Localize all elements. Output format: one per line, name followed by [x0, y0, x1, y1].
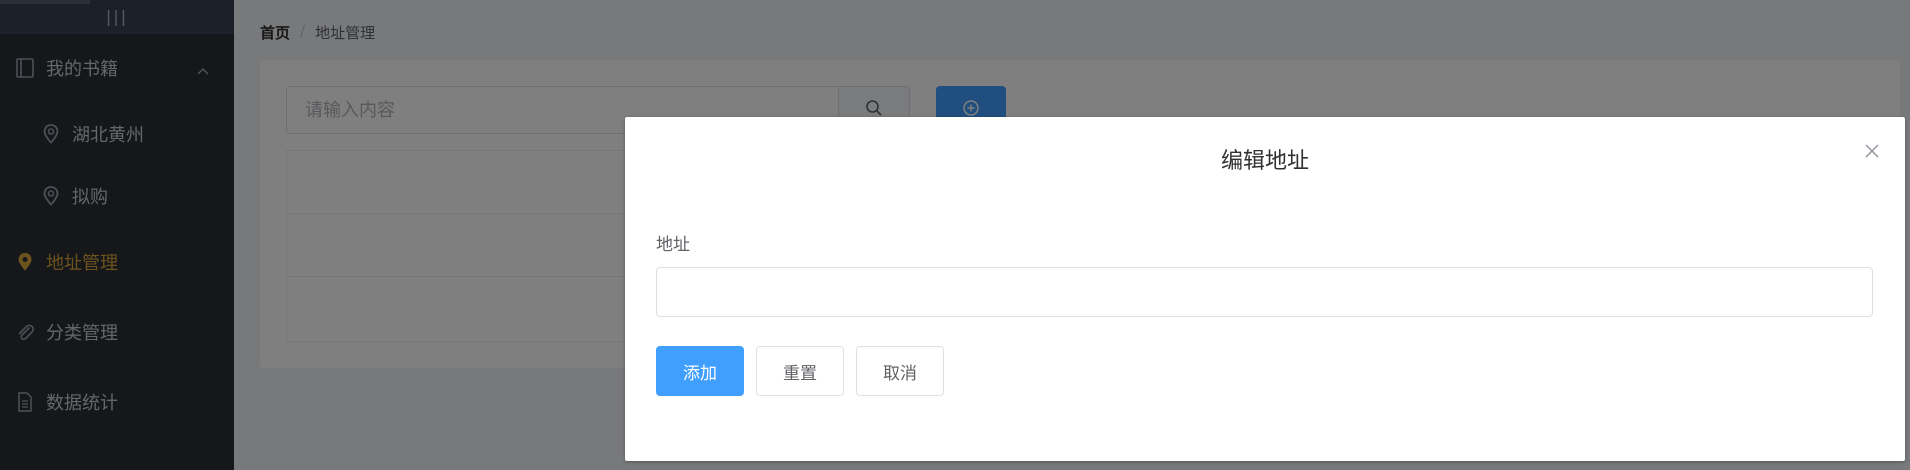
add-button[interactable]: 添加	[656, 346, 744, 396]
reset-button[interactable]: 重置	[756, 346, 844, 396]
app-root: ||| 我的书籍 湖北黄州 拟购	[0, 0, 1910, 470]
cancel-button[interactable]: 取消	[856, 346, 944, 396]
address-label: 地址	[656, 235, 690, 255]
address-input[interactable]	[656, 267, 1873, 317]
dialog-title: 编辑地址	[1220, 149, 1309, 174]
dialog-close-button[interactable]	[1861, 141, 1883, 163]
edit-address-dialog: 编辑地址 地址 添加 重置 取消	[625, 117, 1905, 461]
close-icon	[1865, 143, 1879, 162]
